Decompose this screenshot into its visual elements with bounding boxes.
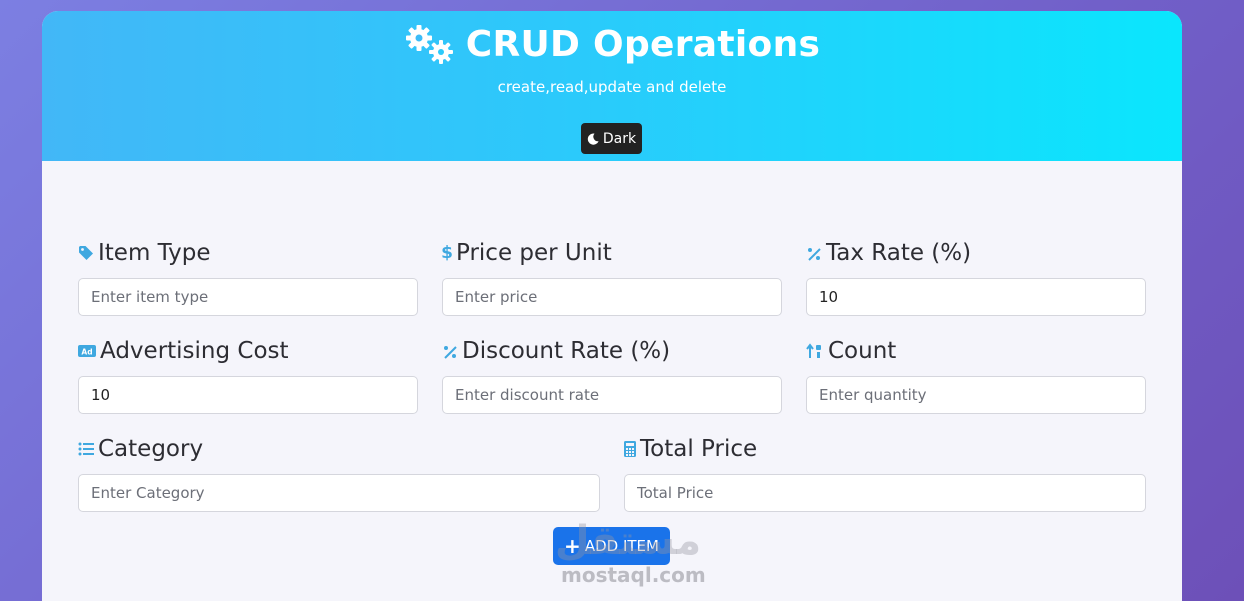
svg-text:Ad: Ad: [81, 348, 92, 357]
item-type-input[interactable]: [78, 278, 418, 316]
watermark-arabic: مستقل: [554, 518, 702, 564]
page-subtitle: create,read,update and delete: [497, 78, 727, 96]
count-group: Count: [806, 336, 1146, 414]
category-input[interactable]: [78, 474, 600, 512]
total-price-input[interactable]: [624, 474, 1146, 512]
list-icon: [78, 441, 94, 457]
advertising-cost-input[interactable]: [78, 376, 418, 414]
tax-rate-group: Tax Rate (%): [806, 238, 1146, 316]
gears-icon: [404, 23, 456, 65]
item-type-group: Item Type: [78, 238, 418, 316]
item-type-label-row: Item Type: [78, 238, 418, 268]
tax-rate-input[interactable]: [806, 278, 1146, 316]
calculator-icon: [624, 441, 636, 457]
tax-rate-label: Tax Rate (%): [826, 240, 972, 266]
price-input[interactable]: [442, 278, 782, 316]
dollar-icon: $: [441, 243, 453, 263]
count-label-row: Count: [806, 336, 1146, 366]
sort-numeric-icon: [806, 343, 824, 359]
discount-rate-input[interactable]: [442, 376, 782, 414]
count-label: Count: [828, 338, 897, 364]
category-label: Category: [98, 436, 204, 462]
total-price-label-row: Total Price: [624, 434, 1146, 464]
item-type-label: Item Type: [98, 240, 211, 266]
dark-mode-label: Dark: [602, 130, 637, 147]
percent-icon: [806, 245, 822, 261]
advertising-cost-label: Advertising Cost: [100, 338, 289, 364]
total-price-group: Total Price: [624, 434, 1146, 512]
discount-rate-label-row: Discount Rate (%): [442, 336, 782, 366]
title-row: CRUD Operations: [42, 23, 1182, 65]
page-title: CRUD Operations: [465, 23, 821, 65]
dark-mode-button[interactable]: Dark: [581, 123, 642, 154]
header-banner: CRUD Operations create,read,update and d…: [42, 11, 1182, 161]
watermark-latin: mostaql.com: [561, 563, 706, 587]
percent-icon: [442, 343, 458, 359]
advertising-cost-label-row: Ad Advertising Cost: [78, 336, 418, 366]
moon-icon: [587, 132, 599, 145]
discount-rate-group: Discount Rate (%): [442, 336, 782, 414]
ad-icon: Ad: [78, 343, 96, 359]
category-label-row: Category: [78, 434, 600, 464]
count-input[interactable]: [806, 376, 1146, 414]
crud-card: CRUD Operations create,read,update and d…: [42, 11, 1182, 601]
discount-rate-label: Discount Rate (%): [462, 338, 671, 364]
total-price-label: Total Price: [640, 436, 758, 462]
advertising-cost-group: Ad Advertising Cost: [78, 336, 418, 414]
tag-icon: [78, 245, 94, 261]
price-label-row: $ Price per Unit: [441, 238, 782, 268]
tax-rate-label-row: Tax Rate (%): [806, 238, 1146, 268]
category-group: Category: [78, 434, 600, 512]
price-label: Price per Unit: [456, 240, 612, 266]
price-group: $ Price per Unit: [441, 238, 782, 316]
